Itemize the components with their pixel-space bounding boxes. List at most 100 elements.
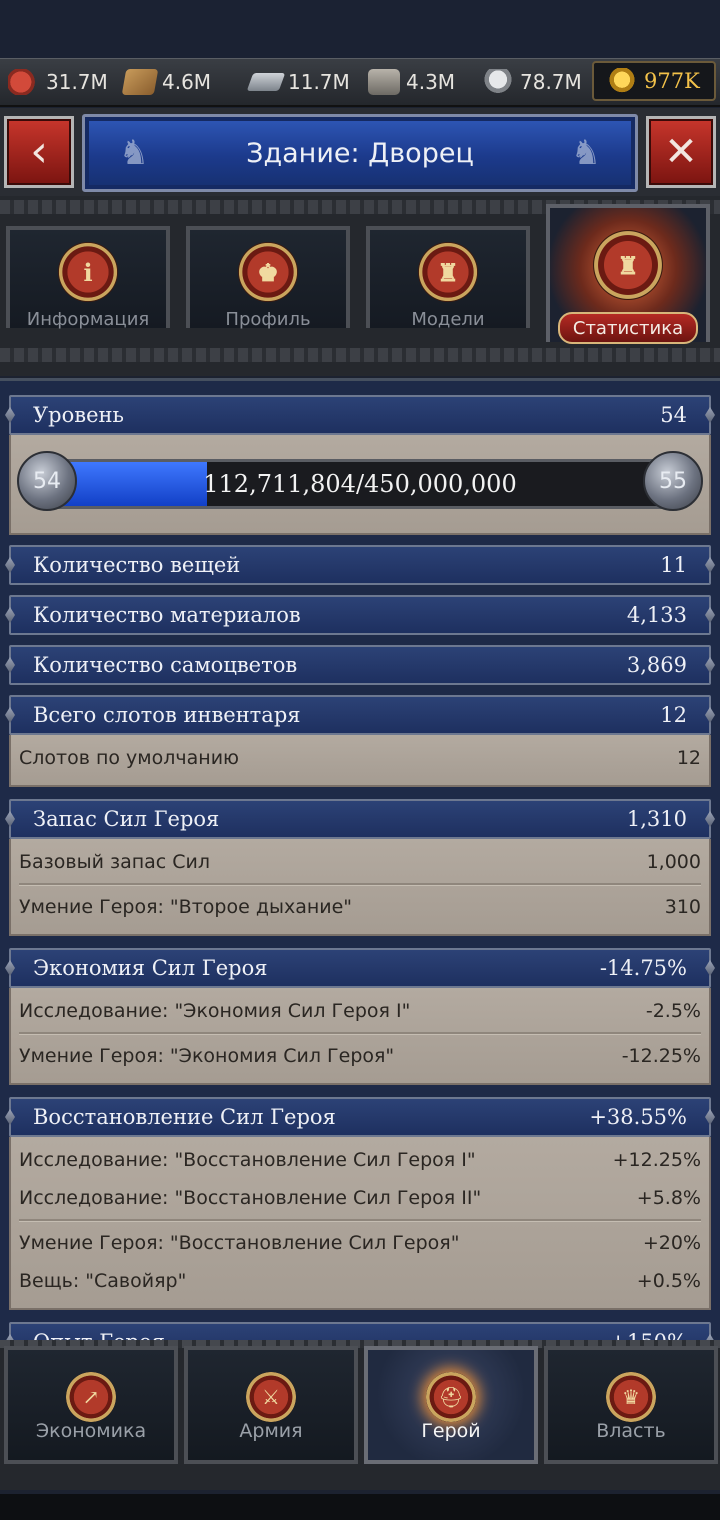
tab-bar: i Информация ♚ Профиль ♜ Модели ♜ Статис… (0, 196, 720, 376)
title-banner: ♞ Здание: Дворец ♞ (82, 114, 638, 192)
stat-material-count: Количество материалов 4,133 (9, 595, 711, 635)
current-level-badge: 54 (17, 451, 77, 511)
chevron-left-icon: ‹ (30, 126, 48, 177)
helmet-icon: ⛑ (426, 1372, 476, 1422)
section-value: 1,310 (626, 807, 687, 831)
stat-item-count: Количество вещей 11 (9, 545, 711, 585)
stone-icon (368, 69, 400, 95)
detail-label: Умение Героя: "Экономия Сил Героя" (19, 1045, 395, 1067)
lion-emblem-icon: ♞ (570, 133, 602, 173)
detail-row: Исследование: "Восстановление Сил Героя … (19, 1179, 701, 1217)
section-value: -14.75% (599, 956, 687, 980)
stat-value: 3,869 (626, 653, 687, 677)
detail-label: Исследование: "Восстановление Сил Героя … (19, 1149, 476, 1171)
detail-row: Умение Героя: "Второе дыхание" 310 (19, 888, 701, 926)
level-label: Уровень (33, 403, 124, 427)
silver-value: 78.7M (520, 70, 582, 94)
detail-label: Вещь: "Савойяр" (19, 1270, 187, 1292)
lion-emblem-icon: ♞ (118, 133, 150, 173)
tab-statistics[interactable]: ♜ Статистика (546, 204, 710, 344)
resource-iron[interactable]: 11.7M (246, 59, 350, 105)
stat-value: 4,133 (626, 603, 687, 627)
resource-wood[interactable]: 4.6M (121, 59, 212, 105)
detail-row: Слотов по умолчанию 12 (19, 739, 701, 777)
silver-icon (482, 69, 514, 95)
iron-icon (246, 73, 286, 91)
stamina-economy-header: Экономия Сил Героя -14.75% (9, 948, 711, 988)
stone-value: 4.3M (406, 70, 456, 94)
nav-hero[interactable]: ⛑ Герой (364, 1346, 538, 1464)
tab-profile[interactable]: ♚ Профиль (186, 226, 350, 330)
stamina-economy-details: Исследование: "Экономия Сил Героя I" -2.… (9, 988, 711, 1085)
tab-info[interactable]: i Информация (6, 226, 170, 330)
tab-models[interactable]: ♜ Модели (366, 226, 530, 330)
progress-text: 112,711,804/450,000,000 (203, 470, 517, 498)
stat-label: Количество материалов (33, 603, 301, 627)
nav-army[interactable]: ⚔ Армия (184, 1346, 358, 1464)
level-value: 54 (660, 403, 687, 427)
tab-label: Статистика (558, 312, 698, 344)
detail-value: -12.25% (621, 1045, 701, 1067)
divider (19, 1219, 701, 1222)
nav-economy[interactable]: ↗ Экономика (4, 1346, 178, 1464)
wood-value: 4.6M (162, 70, 212, 94)
nav-power[interactable]: ♛ Власть (544, 1346, 718, 1464)
detail-label: Исследование: "Экономия Сил Героя I" (19, 1000, 411, 1022)
detail-value: +0.5% (636, 1270, 701, 1292)
resource-gold[interactable]: 977K (592, 61, 716, 101)
section-label: Восстановление Сил Героя (33, 1105, 336, 1129)
resource-food[interactable]: 31.7M (8, 59, 108, 105)
info-icon: i (58, 242, 118, 302)
section-label: Экономия Сил Героя (33, 956, 268, 980)
section-value: +38.55% (589, 1105, 687, 1129)
close-icon: ✕ (664, 129, 698, 175)
detail-row: Умение Героя: "Экономия Сил Героя" -12.2… (19, 1037, 701, 1075)
resource-stone[interactable]: 4.3M (368, 59, 455, 105)
king-icon: ♚ (238, 242, 298, 302)
tab-label: Профиль (225, 309, 311, 330)
divider (0, 348, 720, 362)
next-level-badge: 55 (643, 451, 703, 511)
detail-row: Вещь: "Савойяр" +0.5% (19, 1262, 701, 1300)
gold-icon (608, 68, 636, 94)
nav-label: Экономика (35, 1420, 147, 1442)
stat-value: 11 (660, 553, 687, 577)
detail-value: +12.25% (612, 1149, 701, 1171)
swords-icon: ⚔ (246, 1372, 296, 1422)
level-header: Уровень 54 (9, 395, 711, 435)
detail-label: Базовый запас Сил (19, 851, 211, 873)
title-bar: ‹ ♞ Здание: Дворец ♞ ✕ (0, 108, 720, 196)
tab-label: Модели (411, 309, 485, 330)
detail-row: Умение Героя: "Восстановление Сил Героя"… (19, 1224, 701, 1262)
nav-label: Герой (421, 1420, 481, 1442)
tower-icon: ♜ (593, 230, 663, 300)
crown-icon: ♛ (606, 1372, 656, 1422)
detail-value: +20% (642, 1232, 701, 1254)
divider (19, 883, 701, 886)
section-value: 12 (660, 703, 687, 727)
level-progress: 112,711,804/450,000,000 54 55 (9, 435, 711, 535)
detail-label: Слотов по умолчанию (19, 747, 240, 769)
close-button[interactable]: ✕ (646, 116, 716, 188)
back-button[interactable]: ‹ (4, 116, 74, 188)
stat-gem-count: Количество самоцветов 3,869 (9, 645, 711, 685)
wood-icon (121, 69, 159, 95)
economy-icon: ↗ (66, 1372, 116, 1422)
detail-label: Умение Героя: "Второе дыхание" (19, 896, 353, 918)
status-area (0, 0, 720, 58)
stat-label: Количество самоцветов (33, 653, 298, 677)
stats-panel[interactable]: Уровень 54 112,711,804/450,000,000 54 55… (0, 378, 720, 1343)
section-label: Всего слотов инвентаря (33, 703, 301, 727)
gold-value: 977K (644, 69, 700, 93)
hero-stamina-details: Базовый запас Сил 1,000 Умение Героя: "В… (9, 839, 711, 936)
tab-label: Информация (26, 309, 150, 330)
detail-value: 12 (676, 747, 701, 769)
detail-row: Исследование: "Восстановление Сил Героя … (19, 1141, 701, 1179)
stat-label: Количество вещей (33, 553, 241, 577)
divider (19, 1032, 701, 1035)
detail-value: 310 (664, 896, 701, 918)
resource-silver[interactable]: 78.7M (482, 59, 582, 105)
nav-label: Армия (239, 1420, 303, 1442)
meat-icon (8, 69, 40, 95)
section-label: Запас Сил Героя (33, 807, 220, 831)
